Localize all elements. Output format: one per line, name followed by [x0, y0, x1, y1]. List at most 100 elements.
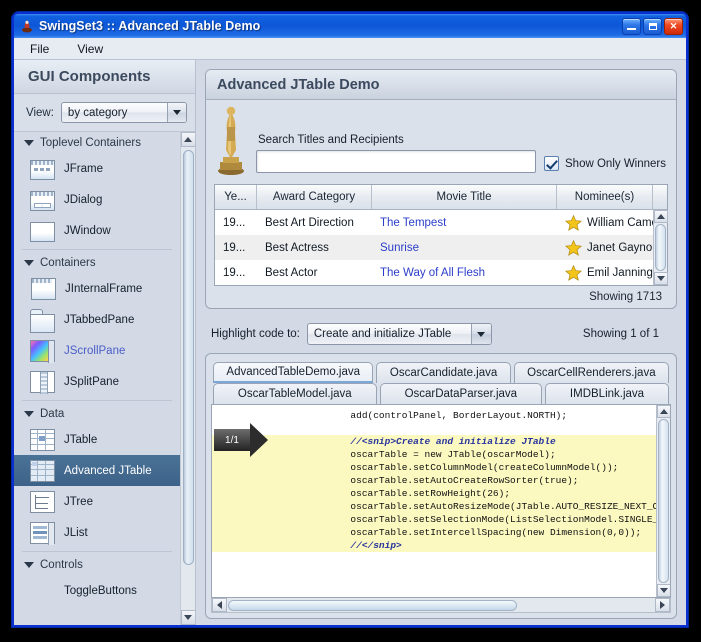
- app-icon: [20, 19, 34, 33]
- code-line: //</snip>: [212, 539, 656, 552]
- sidebar-group-header[interactable]: Toplevel Containers: [14, 132, 180, 153]
- sidebar-group-header[interactable]: Data: [14, 403, 180, 424]
- table-column-header[interactable]: Movie Title: [372, 185, 557, 209]
- sidebar-divider: [22, 400, 172, 401]
- jscrollpane-icon: [30, 340, 55, 362]
- main-content: Advanced JTable Demo: [196, 60, 686, 625]
- table-cell-title[interactable]: The Tempest: [372, 210, 557, 235]
- code-text[interactable]: 1/1 add(controlPanel, BorderLayout.NORTH…: [212, 405, 656, 597]
- table-scrollbar[interactable]: [653, 210, 667, 285]
- sidebar-item-label: JFrame: [64, 163, 103, 175]
- sidebar-item-jdialog[interactable]: JDialog: [14, 184, 180, 215]
- table-column-header[interactable]: Nominee(s): [557, 185, 653, 209]
- demo-panel: Advanced JTable Demo: [205, 69, 677, 309]
- sidebar-group-label: Controls: [40, 559, 83, 571]
- close-button[interactable]: ✕: [664, 18, 683, 35]
- sidebar-item-label: JWindow: [64, 225, 111, 237]
- search-input[interactable]: [256, 150, 536, 173]
- code-hscroll-thumb[interactable]: [228, 600, 517, 611]
- jinternalframe-icon: [31, 278, 56, 300]
- highlight-select[interactable]: Create and initialize JTable: [307, 323, 492, 345]
- scroll-down-button[interactable]: [181, 610, 196, 625]
- table-cell-title[interactable]: The Way of All Flesh: [372, 260, 557, 285]
- sidebar-item-jinternalframe[interactable]: JInternalFrame: [14, 273, 180, 304]
- code-scroll-thumb[interactable]: [658, 419, 669, 583]
- table-cell-title[interactable]: Sunrise: [372, 235, 557, 260]
- sidebar-item-jtabbedpane[interactable]: JTabbedPane: [14, 304, 180, 335]
- view-label: View:: [26, 107, 54, 119]
- sidebar-item-advanced-jtable[interactable]: Advanced JTable: [14, 455, 180, 486]
- table-scroll-down-button[interactable]: [654, 272, 668, 285]
- jlist-icon: [30, 522, 55, 544]
- tab-oscartablemodel[interactable]: OscarTableModel.java: [213, 383, 377, 404]
- highlight-showing-count: Showing 1 of 1: [583, 328, 671, 340]
- code-scrollbar-horizontal[interactable]: [211, 598, 671, 613]
- search-field-group: Search Titles and Recipients: [256, 134, 536, 177]
- tab-advancedtabledemo[interactable]: AdvancedTableDemo.java: [213, 362, 373, 383]
- menu-view[interactable]: View: [73, 40, 107, 58]
- show-only-winners-label: Show Only Winners: [565, 158, 666, 170]
- table-cell-category: Best Actress: [257, 235, 372, 260]
- table-cell-category: Best Art Direction: [257, 210, 372, 235]
- sidebar-item-jtree[interactable]: JTree: [14, 486, 180, 517]
- menu-file[interactable]: File: [26, 40, 53, 58]
- arrow-right-icon: [250, 423, 268, 457]
- code-scroll-left-button[interactable]: [212, 598, 227, 612]
- scroll-up-button[interactable]: [181, 132, 196, 147]
- source-tabs-row-top: OscarTableModel.javaOscarDataParser.java…: [213, 383, 669, 404]
- application-window: SwingSet3 :: Advanced JTable Demo ✕ File…: [12, 12, 688, 627]
- table-row[interactable]: 19...Best ActressSunriseJanet Gaynor: [215, 235, 667, 260]
- tab-imdblink[interactable]: IMDBLink.java: [545, 383, 669, 404]
- sidebar-item-label: ToggleButtons: [64, 585, 137, 597]
- tab-oscardataparser[interactable]: OscarDataParser.java: [380, 383, 542, 404]
- sidebar-item-jscrollpane[interactable]: JScrollPane: [14, 335, 180, 366]
- minimize-button[interactable]: [622, 18, 641, 35]
- sidebar-item-jlist[interactable]: JList: [14, 517, 180, 548]
- chevron-down-icon: [167, 103, 186, 122]
- table-cell-nominee: Janet Gaynor: [557, 235, 667, 260]
- sidebar-item-label: JSplitPane: [64, 376, 119, 388]
- advanced-jtable-icon: [30, 460, 55, 482]
- code-scroll-down-button[interactable]: [657, 584, 671, 597]
- winner-star-icon: [565, 215, 582, 231]
- sidebar-item-label: JInternalFrame: [65, 283, 142, 295]
- sidebar-item-label: JDialog: [64, 194, 102, 206]
- table-row[interactable]: 19...Best Art DirectionThe TempestWillia…: [215, 210, 667, 235]
- sidebar-item-jsplitpane[interactable]: JSplitPane: [14, 366, 180, 397]
- sidebar-scrollbar[interactable]: [180, 132, 195, 625]
- sidebar-group-header[interactable]: Controls: [14, 554, 180, 575]
- code-scroll-up-button[interactable]: [657, 405, 671, 418]
- sidebar-item-jframe[interactable]: JFrame: [14, 153, 180, 184]
- code-scrollbar-vertical[interactable]: [656, 405, 670, 597]
- sidebar-item-jwindow[interactable]: JWindow: [14, 215, 180, 246]
- code-viewer: 1/1 add(controlPanel, BorderLayout.NORTH…: [211, 404, 671, 598]
- table-column-header[interactable]: Ye...: [215, 185, 257, 209]
- table-scroll-thumb[interactable]: [655, 224, 666, 271]
- source-tabs-row-bottom: AdvancedTableDemo.javaOscarCandidate.jav…: [213, 362, 669, 383]
- tab-oscarcellrenderers[interactable]: OscarCellRenderers.java: [514, 362, 669, 383]
- sidebar-divider: [22, 249, 172, 250]
- code-line: oscarTable.setAutoResizeMode(JTable.AUTO…: [212, 500, 656, 513]
- highlight-label: Highlight code to:: [211, 328, 300, 340]
- show-only-winners-row[interactable]: Show Only Winners: [544, 156, 666, 177]
- maximize-button[interactable]: [643, 18, 662, 35]
- sidebar-scroll-thumb[interactable]: [183, 150, 194, 565]
- table-row[interactable]: 19...Best ActorThe Way of All FleshEmil …: [215, 260, 667, 285]
- nominee-name: Janet Gaynor: [587, 242, 656, 254]
- sidebar-item-label: JTree: [64, 496, 93, 508]
- table-scroll-up-button[interactable]: [654, 210, 668, 223]
- sidebar-group-header[interactable]: Containers: [14, 252, 180, 273]
- sidebar-item-togglebuttons[interactable]: ToggleButtons: [14, 575, 180, 606]
- table-column-header[interactable]: Award Category: [257, 185, 372, 209]
- highlight-row: Highlight code to: Create and initialize…: [205, 309, 677, 353]
- show-only-winners-checkbox[interactable]: [544, 156, 559, 171]
- code-line: oscarTable.setColumnModel(createColumnMo…: [212, 461, 656, 474]
- tab-oscarcandidate[interactable]: OscarCandidate.java: [376, 362, 510, 383]
- oscar-statue-icon: [214, 105, 248, 177]
- code-scroll-right-button[interactable]: [655, 598, 670, 612]
- sidebar-group-label: Data: [40, 408, 64, 420]
- code-line: oscarTable.setIntercellSpacing(new Dimen…: [212, 526, 656, 539]
- code-line: oscarTable = new JTable(oscarModel);: [212, 448, 656, 461]
- view-select[interactable]: by category: [61, 102, 187, 123]
- sidebar-item-jtable[interactable]: JTable: [14, 424, 180, 455]
